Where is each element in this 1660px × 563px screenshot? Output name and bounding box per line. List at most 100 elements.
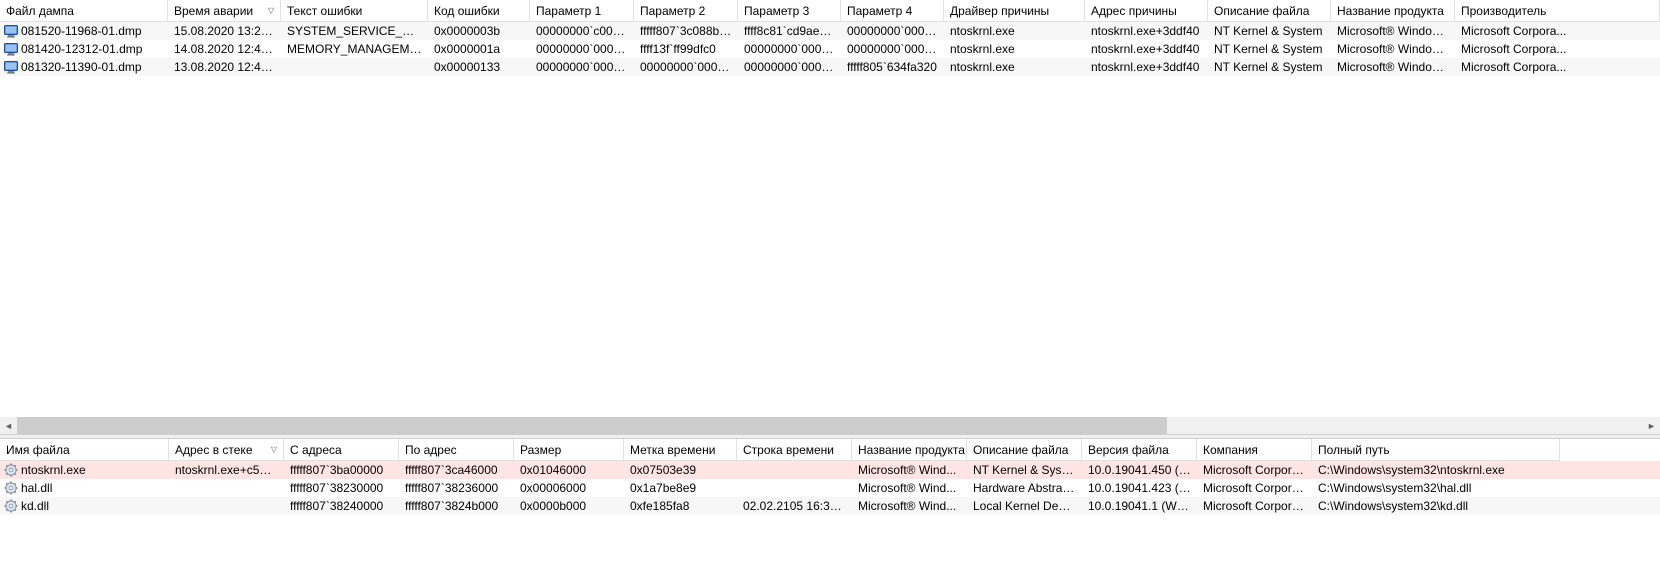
dump-header-7[interactable]: Параметр 4 bbox=[841, 0, 944, 22]
module-header-5[interactable]: Метка времени bbox=[624, 439, 737, 461]
dump-cell-text: 081520-11968-01.dmp bbox=[21, 22, 142, 40]
scroll-left-button[interactable]: ◄ bbox=[0, 417, 17, 434]
module-cell: Hardware Abstract... bbox=[967, 479, 1082, 497]
dump-header-2[interactable]: Текст ошибки bbox=[281, 0, 428, 22]
module-cell: Microsoft Corpora... bbox=[1197, 479, 1312, 497]
module-cell bbox=[737, 461, 852, 479]
dump-cell: SYSTEM_SERVICE_EXCEP... bbox=[281, 22, 428, 40]
dump-grid-body: 081520-11968-01.dmp 15.08.2020 13:23:08SY… bbox=[0, 22, 1660, 416]
dump-header-label: Файл дампа bbox=[6, 4, 74, 18]
dump-header-5[interactable]: Параметр 2 bbox=[634, 0, 738, 22]
dump-header-label: Параметр 3 bbox=[744, 4, 809, 18]
module-header-label: Компания bbox=[1203, 443, 1258, 457]
module-header-10[interactable]: Компания bbox=[1197, 439, 1312, 461]
module-header-9[interactable]: Версия файла bbox=[1082, 439, 1197, 461]
module-cell: C:\Windows\system32\ntoskrnl.exe bbox=[1312, 461, 1560, 479]
module-cell bbox=[169, 497, 284, 515]
dump-header-3[interactable]: Код ошибки bbox=[428, 0, 530, 22]
scroll-right-button[interactable]: ► bbox=[1643, 417, 1660, 434]
dump-header-10[interactable]: Описание файла bbox=[1208, 0, 1331, 22]
module-cell-text: kd.dll bbox=[21, 497, 49, 515]
module-cell: fffff807`3824b000 bbox=[399, 497, 514, 515]
module-cell: ntoskrnl.exe bbox=[0, 461, 169, 479]
module-grid: Имя файла Адрес в стеке▽ С адреса По адрес Р… bbox=[0, 439, 1660, 548]
dump-list-pane: Файл дампа Время аварии▽Текст ошибкиКод о… bbox=[0, 0, 1660, 434]
horizontal-scrollbar[interactable]: ◄ ► bbox=[0, 416, 1660, 434]
module-header-6[interactable]: Строка времени bbox=[737, 439, 852, 461]
dump-row[interactable]: 081520-11968-01.dmp 15.08.2020 13:23:08SY… bbox=[0, 22, 1660, 40]
dump-cell: 00000000`000005... bbox=[634, 58, 738, 76]
dump-header-12[interactable]: Производитель bbox=[1455, 0, 1660, 22]
module-row[interactable]: ntoskrnl.exentoskrnl.exe+c52820fffff807`… bbox=[0, 461, 1660, 479]
dump-cell: ntoskrnl.exe+3ddf40 bbox=[1085, 58, 1208, 76]
module-header-label: Название продукта bbox=[858, 443, 965, 457]
dump-header-9[interactable]: Адрес причины bbox=[1085, 0, 1208, 22]
dump-cell: NT Kernel & System bbox=[1208, 58, 1331, 76]
module-row[interactable]: kd.dllfffff807`38240000fffff807`3824b000… bbox=[0, 497, 1660, 515]
module-cell: C:\Windows\system32\kd.dll bbox=[1312, 497, 1560, 515]
dump-header-8[interactable]: Драйвер причины bbox=[944, 0, 1085, 22]
module-cell: hal.dll bbox=[0, 479, 169, 497]
module-header-label: Размер bbox=[520, 443, 561, 457]
module-cell: fffff807`38230000 bbox=[284, 479, 399, 497]
module-header-label: Метка времени bbox=[630, 443, 715, 457]
module-cell: Microsoft® Wind... bbox=[852, 461, 967, 479]
module-cell: 10.0.19041.450 (Wi... bbox=[1082, 461, 1197, 479]
module-header-label: Версия файла bbox=[1088, 443, 1169, 457]
module-cell-text: hal.dll bbox=[21, 479, 52, 497]
dump-header-label: Параметр 2 bbox=[640, 4, 705, 18]
module-cell: Microsoft® Wind... bbox=[852, 497, 967, 515]
dump-header-0[interactable]: Файл дампа bbox=[0, 0, 168, 22]
module-cell: 0x00006000 bbox=[514, 479, 624, 497]
dump-cell: NT Kernel & System bbox=[1208, 40, 1331, 58]
dump-cell: 15.08.2020 13:23:08 bbox=[168, 22, 281, 40]
dump-cell: Microsoft Corpora... bbox=[1455, 22, 1660, 40]
gear-icon bbox=[3, 498, 19, 514]
module-header-3[interactable]: По адрес bbox=[399, 439, 514, 461]
dump-cell: 00000000`000417... bbox=[530, 40, 634, 58]
scroll-thumb[interactable] bbox=[17, 417, 1167, 434]
dump-cell: 14.08.2020 12:43:53 bbox=[168, 40, 281, 58]
dump-cell: NT Kernel & System bbox=[1208, 22, 1331, 40]
module-cell: Microsoft® Wind... bbox=[852, 479, 967, 497]
module-row[interactable]: hal.dllfffff807`38230000fffff807`3823600… bbox=[0, 479, 1660, 497]
module-cell: ntoskrnl.exe+c52820 bbox=[169, 461, 284, 479]
module-list-pane: Имя файла Адрес в стеке▽ С адреса По адрес Р… bbox=[0, 439, 1660, 548]
dump-cell: fffff807`3c088bb8 bbox=[634, 22, 738, 40]
dump-row[interactable]: 081420-12312-01.dmp14.08.2020 12:43:53ME… bbox=[0, 40, 1660, 58]
dump-header-label: Название продукта bbox=[1337, 4, 1444, 18]
dump-row[interactable]: 081320-11390-01.dmp13.08.2020 12:42:070x… bbox=[0, 58, 1660, 76]
module-header-11[interactable]: Полный путь bbox=[1312, 439, 1560, 461]
dump-cell: 0x0000003b bbox=[428, 22, 530, 40]
dump-cell: 00000000`000005... bbox=[738, 58, 841, 76]
dump-cell: Microsoft® Window... bbox=[1331, 40, 1455, 58]
module-header-label: Строка времени bbox=[743, 443, 834, 457]
module-header-label: Имя файла bbox=[6, 443, 70, 457]
dump-cell: Microsoft Corpora... bbox=[1455, 40, 1660, 58]
module-header-8[interactable]: Описание файла bbox=[967, 439, 1082, 461]
dump-cell: 13.08.2020 12:42:07 bbox=[168, 58, 281, 76]
dump-cell: ntoskrnl.exe bbox=[944, 22, 1085, 40]
sort-desc-icon: ▽ bbox=[271, 446, 277, 454]
module-header-0[interactable]: Имя файла bbox=[0, 439, 169, 461]
dump-header-1[interactable]: Время аварии▽ bbox=[168, 0, 281, 22]
dump-header-label: Драйвер причины bbox=[950, 4, 1049, 18]
dump-cell: Microsoft® Window... bbox=[1331, 22, 1455, 40]
module-cell: 0xfe185fa8 bbox=[624, 497, 737, 515]
dump-header-4[interactable]: Параметр 1 bbox=[530, 0, 634, 22]
scroll-track[interactable] bbox=[17, 417, 1643, 434]
dump-cell: 0x0000001a bbox=[428, 40, 530, 58]
dump-header-6[interactable]: Параметр 3 bbox=[738, 0, 841, 22]
module-cell: 0x07503e39 bbox=[624, 461, 737, 479]
dump-cell: 00000000`000000... bbox=[530, 58, 634, 76]
module-header-label: С адреса bbox=[290, 443, 342, 457]
module-header-label: Полный путь bbox=[1318, 443, 1390, 457]
dump-header-11[interactable]: Название продукта bbox=[1331, 0, 1455, 22]
dump-cell: 00000000`000060... bbox=[841, 40, 944, 58]
module-header-7[interactable]: Название продукта bbox=[852, 439, 967, 461]
module-header-1[interactable]: Адрес в стеке▽ bbox=[169, 439, 284, 461]
module-header-2[interactable]: С адреса bbox=[284, 439, 399, 461]
dump-cell: ffff8c81`cd9ae990 bbox=[738, 22, 841, 40]
module-grid-header: Имя файла Адрес в стеке▽ С адреса По адрес Р… bbox=[0, 439, 1660, 461]
module-header-4[interactable]: Размер bbox=[514, 439, 624, 461]
